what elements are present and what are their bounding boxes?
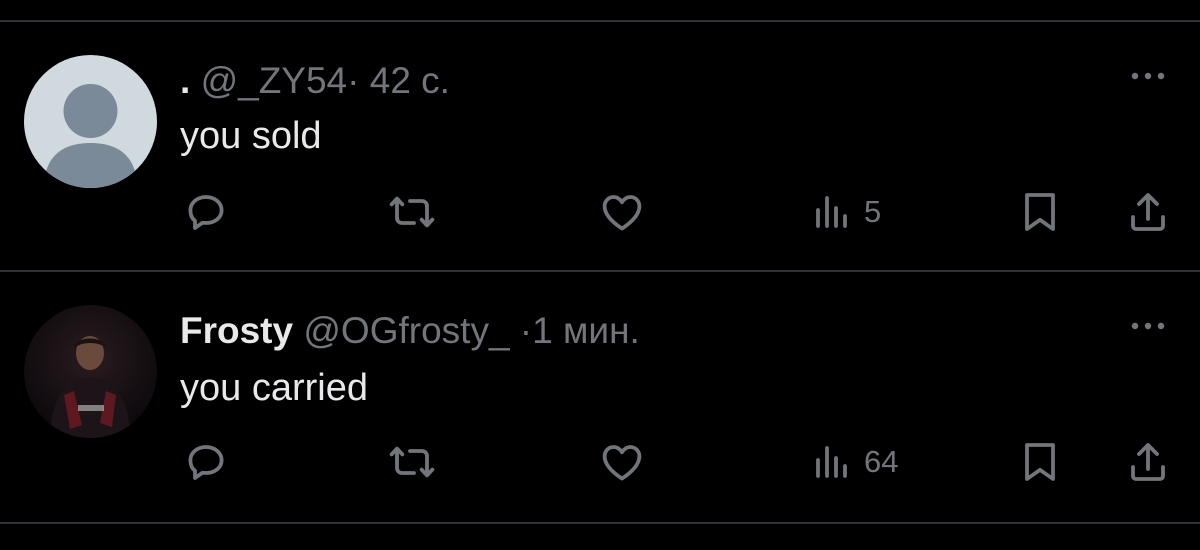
retweet-icon [389, 446, 435, 478]
default-profile-avatar[interactable] [24, 55, 157, 188]
views-icon [816, 196, 847, 228]
more-icon[interactable] [1128, 316, 1168, 336]
bookmark-button[interactable] [1016, 188, 1064, 236]
profile-photo-avatar[interactable] [24, 305, 157, 438]
tweet-text: you sold [180, 115, 322, 157]
views-button[interactable]: 64 [812, 438, 898, 486]
views-count: 5 [864, 194, 882, 229]
tweet-1[interactable]: . @_ZY54· 42 с. you sold 5 [0, 22, 1200, 272]
share-button[interactable] [1124, 438, 1172, 486]
tweet-header: Frosty @OGfrosty_ ·1 мин. [180, 307, 640, 355]
tweet-header: . @_ZY54· 42 с. [180, 57, 450, 105]
display-name[interactable]: . [180, 60, 190, 101]
bookmark-icon [1025, 443, 1055, 481]
tweet-text: you carried [180, 367, 368, 409]
display-name[interactable]: Frosty [180, 310, 293, 351]
reply-button[interactable] [182, 188, 230, 236]
separator-dot: · [347, 60, 360, 101]
like-button[interactable] [598, 188, 646, 236]
reply-button[interactable] [182, 438, 230, 486]
views-icon [816, 446, 847, 478]
divider-bottom [0, 522, 1200, 524]
reply-icon [188, 195, 224, 230]
like-icon [602, 445, 642, 481]
timestamp[interactable]: 42 с. [370, 60, 450, 101]
reply-icon [188, 445, 224, 480]
retweet-icon [389, 196, 435, 228]
like-icon [602, 195, 642, 231]
retweet-button[interactable] [388, 438, 436, 486]
retweet-button[interactable] [388, 188, 436, 236]
timestamp[interactable]: 1 мин. [532, 310, 640, 351]
separator-dot: · [519, 310, 533, 351]
bookmark-icon [1025, 193, 1055, 231]
user-handle[interactable]: @_ZY54 [201, 60, 348, 101]
tweet-2[interactable]: Frosty @OGfrosty_ ·1 мин. you carried 64 [0, 272, 1200, 522]
like-button[interactable] [598, 438, 646, 486]
share-icon [1131, 193, 1165, 231]
views-count: 64 [864, 444, 899, 479]
share-icon [1131, 443, 1165, 481]
more-icon[interactable] [1128, 66, 1168, 86]
share-button[interactable] [1124, 188, 1172, 236]
user-handle[interactable]: @OGfrosty_ [303, 310, 509, 351]
views-button[interactable]: 5 [812, 188, 881, 236]
bookmark-button[interactable] [1016, 438, 1064, 486]
